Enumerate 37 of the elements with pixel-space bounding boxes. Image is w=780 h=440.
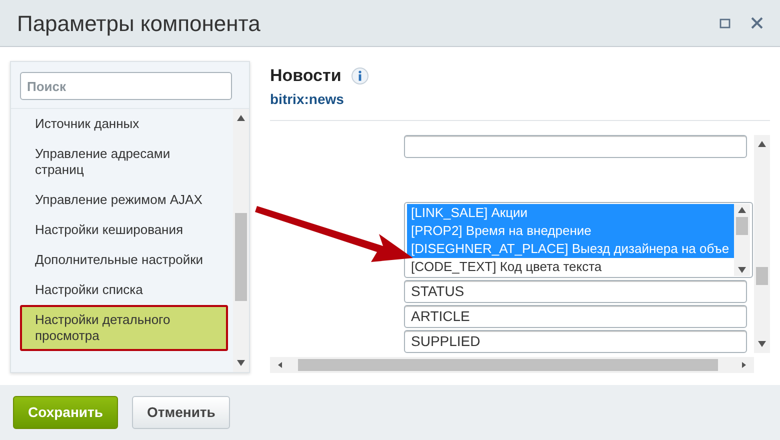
- scroll-up-icon[interactable]: [758, 140, 766, 146]
- sidebar-item[interactable]: Дополнительные настройки: [20, 245, 228, 275]
- component-code: bitrix:news: [270, 90, 345, 108]
- scroll-up-icon[interactable]: [237, 115, 245, 121]
- sidebar-item[interactable]: Настройки детального просмотра: [20, 305, 228, 351]
- scroll-thumb[interactable]: [736, 216, 748, 235]
- list-option[interactable]: [CODE_TEXT] Код цвета текста: [407, 258, 734, 276]
- close-icon[interactable]: [750, 16, 764, 30]
- search-field[interactable]: Поиск: [20, 72, 232, 100]
- scrollbar[interactable]: [734, 204, 750, 276]
- scroll-down-icon[interactable]: [738, 266, 746, 273]
- scroll-thumb[interactable]: [298, 359, 718, 371]
- sidebar-item[interactable]: Источник данных: [20, 109, 228, 139]
- maximize-icon[interactable]: [718, 16, 732, 30]
- scroll-left-icon[interactable]: [276, 362, 284, 368]
- sidebar-item[interactable]: Настройки кеширования: [20, 215, 228, 245]
- scroll-down-icon[interactable]: [758, 341, 766, 347]
- cancel-button[interactable]: Отменить: [132, 396, 230, 429]
- sidebar-item[interactable]: Управление адресами страниц: [20, 139, 228, 185]
- scroll-thumb[interactable]: [235, 213, 247, 301]
- window-title: Параметры компонента: [17, 10, 262, 38]
- input-field[interactable]: ARTICLE: [404, 304, 747, 328]
- multi-select-list[interactable]: [LINK_SALE] Акции [PROP2] Время на внедрение [DISEGHNER_AT_PLACE] Выезд дизайнера на объе [CODE_TEXT] Код цвета текста: [404, 202, 753, 278]
- scrollbar[interactable]: [754, 134, 770, 353]
- input-field[interactable]: [404, 134, 747, 158]
- scroll-right-icon[interactable]: [740, 362, 748, 368]
- scroll-down-icon[interactable]: [237, 360, 245, 366]
- scrollbar[interactable]: [270, 357, 754, 373]
- scrollbar[interactable]: [233, 109, 249, 372]
- component-title: Новости: [270, 65, 342, 87]
- input-field[interactable]: STATUS: [404, 280, 747, 303]
- input-field[interactable]: SUPPLIED: [404, 330, 747, 353]
- scroll-up-icon[interactable]: [738, 206, 746, 213]
- sidebar-item[interactable]: Настройки списка: [20, 275, 228, 305]
- scroll-thumb[interactable]: [756, 266, 768, 284]
- info-icon[interactable]: [351, 66, 370, 85]
- sidebar-item[interactable]: Управление режимом AJAX: [20, 185, 228, 215]
